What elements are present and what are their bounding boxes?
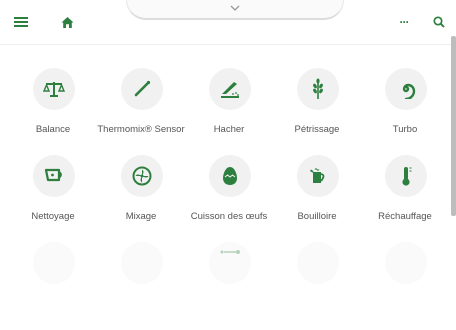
mode-icon bbox=[385, 242, 427, 284]
mode-tile-rechauffage[interactable]: Réchauffage bbox=[361, 155, 449, 243]
mode-tile-partial[interactable] bbox=[9, 242, 97, 330]
mode-tile-partial[interactable] bbox=[361, 242, 449, 330]
mode-tile-partial[interactable] bbox=[97, 242, 185, 330]
mode-label: Nettoyage bbox=[31, 211, 75, 222]
scale-icon bbox=[33, 68, 75, 110]
mode-label: Pétrissage bbox=[294, 124, 340, 135]
mode-label: Cuisson des œufs bbox=[190, 211, 268, 222]
cleaning-bowl-icon bbox=[33, 155, 75, 197]
mode-label: Hacher bbox=[213, 124, 245, 135]
warming-thermometer-icon bbox=[385, 155, 427, 197]
mode-label: Thermomix® Sensor bbox=[97, 124, 185, 135]
blender-blade-icon bbox=[121, 155, 163, 197]
egg-icon bbox=[209, 155, 251, 197]
mode-tile-nettoyage[interactable]: Nettoyage bbox=[9, 155, 97, 243]
mode-tile-partial[interactable] bbox=[273, 242, 361, 330]
knife-board-icon bbox=[209, 68, 251, 110]
mode-label: Balance bbox=[35, 124, 71, 135]
mode-tile-mixage[interactable]: Mixage bbox=[97, 155, 185, 243]
wheat-icon bbox=[297, 68, 339, 110]
thermometer-probe-icon bbox=[121, 68, 163, 110]
kettle-icon bbox=[297, 155, 339, 197]
mode-icon bbox=[297, 242, 339, 284]
mode-tile-bouilloire[interactable]: Bouilloire bbox=[273, 155, 361, 243]
turbo-spiral-icon bbox=[385, 68, 427, 110]
mode-label: Mixage bbox=[125, 211, 157, 222]
mode-tile-petrissage[interactable]: Pétrissage bbox=[273, 68, 361, 156]
mode-tile-turbo[interactable]: Turbo bbox=[361, 68, 449, 156]
mode-icon bbox=[121, 242, 163, 284]
mode-icon bbox=[209, 242, 251, 284]
mode-tile-cuisson-oeufs[interactable]: Cuisson des œufs bbox=[185, 155, 273, 243]
mode-tile-balance[interactable]: Balance bbox=[9, 68, 97, 156]
mode-label: Turbo bbox=[392, 124, 418, 135]
mode-label: Réchauffage bbox=[378, 211, 432, 222]
mode-label: Bouilloire bbox=[297, 211, 337, 222]
mode-icon bbox=[33, 242, 75, 284]
mode-tile-thermomix-sensor[interactable]: Thermomix® Sensor bbox=[97, 68, 185, 156]
mode-tile-partial[interactable] bbox=[185, 242, 273, 330]
mode-tile-hacher[interactable]: Hacher bbox=[185, 68, 273, 156]
mode-grid: Balance Thermomix® Sensor Hacher Pétriss… bbox=[0, 0, 456, 284]
